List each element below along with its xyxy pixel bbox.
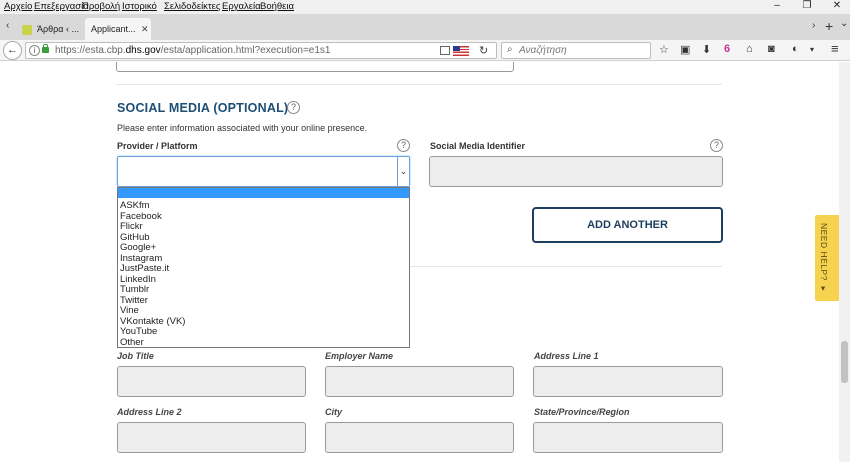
shield-icon[interactable]: ◐ xyxy=(792,43,799,55)
download-icon[interactable]: ⬇ xyxy=(702,43,711,56)
identifier-label: Social Media Identifier xyxy=(430,141,526,151)
previous-field-input[interactable] xyxy=(116,62,514,72)
provider-dropdown-list: ASKfm Facebook Flickr GitHub Google+ Ins… xyxy=(117,187,410,348)
tab-scroll-right-icon[interactable]: › xyxy=(812,20,815,31)
tab-scroll-left-icon[interactable]: ‹ xyxy=(6,20,9,31)
dropdown-option[interactable]: JustPaste.it xyxy=(120,263,169,274)
search-placeholder: Αναζήτηση xyxy=(519,45,567,56)
reload-icon[interactable]: ↻ xyxy=(479,44,488,57)
dropdown-option[interactable]: Tumblr xyxy=(120,284,149,295)
state-input[interactable] xyxy=(533,422,723,453)
address-line-2-input[interactable] xyxy=(117,422,306,453)
tab-applicant[interactable]: Applicant... ✕ xyxy=(85,18,151,40)
overflow-icon[interactable]: ▾ xyxy=(810,45,814,54)
dropdown-option[interactable]: LinkedIn xyxy=(120,274,156,285)
new-tab-icon[interactable]: + xyxy=(825,18,833,34)
minimize-icon[interactable]: – xyxy=(770,0,784,11)
identifier-help-icon[interactable]: ? xyxy=(710,139,723,152)
job-title-input[interactable] xyxy=(117,366,306,397)
add-another-button[interactable]: ADD ANOTHER xyxy=(532,207,723,243)
tab-articles[interactable]: Άρθρα ‹ ... xyxy=(22,18,84,40)
section-title: SOCIAL MEDIA (OPTIONAL) xyxy=(117,101,289,115)
city-input[interactable] xyxy=(325,422,514,453)
dropdown-option[interactable]: VKontakte (VK) xyxy=(120,316,185,327)
scrollbar-thumb[interactable] xyxy=(841,341,848,383)
dropdown-option[interactable]: YouTube xyxy=(120,326,157,337)
search-icon: ⌕ xyxy=(507,44,513,55)
menu-bar: Αρχείο Επεξεργασία Προβολή Ιστορικό Σελι… xyxy=(0,0,850,14)
reader-view-icon[interactable] xyxy=(440,46,450,55)
menu-help[interactable]: Βοήθεια xyxy=(260,1,294,12)
lock-icon xyxy=(42,44,49,53)
pocket-icon[interactable]: ◙ xyxy=(768,43,775,55)
close-window-icon[interactable]: ✕ xyxy=(830,0,844,11)
url-bar[interactable]: i https://esta.cbp.dhs.gov/esta/applicat… xyxy=(25,42,497,59)
menu-history[interactable]: Ιστορικό xyxy=(122,1,157,12)
star-icon[interactable]: ☆ xyxy=(659,43,669,56)
dropdown-option[interactable]: GitHub xyxy=(120,232,150,243)
provider-label: Provider / Platform xyxy=(117,141,198,151)
dropdown-option-blank[interactable] xyxy=(118,188,409,198)
back-button[interactable]: ← xyxy=(3,41,22,60)
tab-strip: ‹ Άρθρα ‹ ... Applicant... ✕ › + ⌄ xyxy=(0,14,850,40)
navigation-bar: ← i https://esta.cbp.dhs.gov/esta/applic… xyxy=(0,40,850,61)
tab-favicon-icon xyxy=(22,24,32,35)
tab-list-icon[interactable]: ⌄ xyxy=(840,18,848,29)
search-box[interactable]: ⌕ Αναζήτηση xyxy=(501,42,651,59)
divider xyxy=(116,84,722,85)
home-icon[interactable]: ⌂ xyxy=(746,43,753,55)
employer-name-input[interactable] xyxy=(325,366,514,397)
dropdown-option[interactable]: Google+ xyxy=(120,242,156,253)
help-icon[interactable]: ? xyxy=(287,101,300,114)
address-line-1-input[interactable] xyxy=(533,366,723,397)
menu-edit[interactable]: Επεξεργασία xyxy=(34,1,89,12)
section-description: Please enter information associated with… xyxy=(117,123,368,133)
provider-help-icon[interactable]: ? xyxy=(397,139,410,152)
need-help-label: NEED HELP? ▾ xyxy=(819,223,829,295)
dropdown-option[interactable]: Twitter xyxy=(120,295,148,306)
address-line-1-label: Address Line 1 xyxy=(534,351,599,361)
dropdown-option[interactable]: Vine xyxy=(120,305,139,316)
menu-file[interactable]: Αρχείο xyxy=(4,1,32,12)
menu-view[interactable]: Προβολή xyxy=(82,1,120,12)
extension-icon[interactable]: 6 xyxy=(724,43,730,55)
clipboard-icon[interactable]: ▣ xyxy=(680,43,690,56)
info-icon[interactable]: i xyxy=(29,45,40,56)
dropdown-option[interactable]: Flickr xyxy=(120,221,143,232)
dropdown-option[interactable]: Other xyxy=(120,337,144,348)
provider-select[interactable]: ⌄ xyxy=(117,156,410,187)
page-content: SOCIAL MEDIA (OPTIONAL) ? Please enter i… xyxy=(0,62,850,462)
tab-label: Άρθρα ‹ ... xyxy=(37,24,79,34)
restore-icon[interactable]: ❐ xyxy=(800,0,814,11)
need-help-tab[interactable]: NEED HELP? ▾ xyxy=(815,215,839,301)
dropdown-option[interactable]: Facebook xyxy=(120,211,162,222)
page-scrollbar[interactable] xyxy=(839,62,850,462)
identifier-input[interactable] xyxy=(429,156,723,187)
dropdown-option[interactable]: Instagram xyxy=(120,253,162,264)
job-title-label: Job Title xyxy=(117,351,154,361)
state-label: State/Province/Region xyxy=(534,407,630,417)
city-label: City xyxy=(325,407,343,417)
menu-icon[interactable]: ≡ xyxy=(831,41,839,56)
menu-tools[interactable]: Εργαλεία xyxy=(222,1,261,12)
menu-bookmarks[interactable]: Σελιδοδείκτες xyxy=(164,1,221,12)
url-text: https://esta.cbp.dhs.gov/esta/applicatio… xyxy=(55,45,331,56)
chevron-down-icon[interactable]: ⌄ xyxy=(397,157,409,186)
employer-name-label: Employer Name xyxy=(325,351,394,361)
dropdown-option[interactable]: ASKfm xyxy=(120,200,150,211)
address-line-2-label: Address Line 2 xyxy=(117,407,182,417)
tab-label: Applicant... xyxy=(91,24,136,34)
us-flag-icon[interactable] xyxy=(453,46,469,56)
tab-close-icon[interactable]: ✕ xyxy=(141,18,149,40)
